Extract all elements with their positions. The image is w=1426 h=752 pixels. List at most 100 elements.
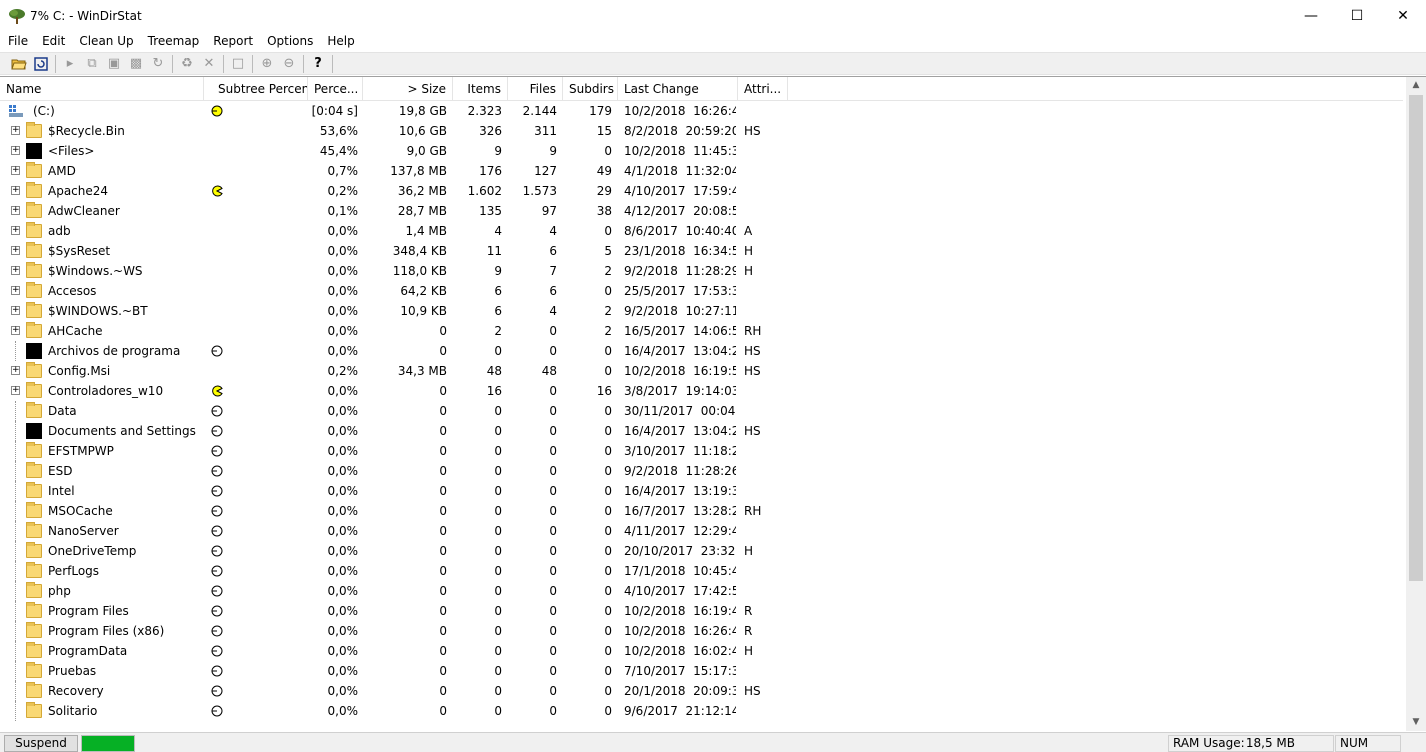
menu-help[interactable]: Help [320, 31, 361, 51]
expand-icon[interactable]: + [11, 226, 20, 235]
table-row[interactable]: + $Windows.~WS 0,0% 118,0 KB 9 7 2 9/2/2018 11:… [0, 261, 1403, 281]
help-icon[interactable]: ? [307, 54, 329, 74]
refresh-all-icon[interactable] [30, 54, 52, 74]
expand-icon[interactable]: + [11, 246, 20, 255]
table-row[interactable]: + Accesos 0,0% 64,2 KB 6 6 0 25/5/2017 17:53:34 [0, 281, 1403, 301]
table-row[interactable]: NanoServer 0,0% 0 0 0 0 4/11/2017 12:29:42 [0, 521, 1403, 541]
table-row[interactable]: Data 0,0% 0 0 0 0 30/11/2017 00:04:53 [0, 401, 1403, 421]
command-prompt-icon[interactable]: ▩ [125, 54, 147, 74]
delete-icon[interactable]: ✕ [198, 54, 220, 74]
row-name: Recovery [48, 684, 104, 698]
table-row[interactable]: Documents and Settings 0,0% 0 0 0 0 16/4/2017 … [0, 421, 1403, 441]
row-attributes: HS [744, 424, 761, 438]
expand-icon[interactable]: + [11, 306, 20, 315]
recycle-icon[interactable]: ♻ [176, 54, 198, 74]
menu-edit[interactable]: Edit [35, 31, 72, 51]
expand-icon[interactable]: + [11, 186, 20, 195]
zoom-in-icon[interactable]: ⊕ [256, 54, 278, 74]
table-row[interactable]: + Apache24 0,2% 36,2 MB 1.602 1.573 29 4/10/201… [0, 181, 1403, 201]
directory-list[interactable]: Name Subtree Percent Perce... > Size Ite… [0, 76, 1426, 731]
row-files: 0 [549, 524, 557, 538]
table-row[interactable]: php 0,0% 0 0 0 0 4/10/2017 17:42:58 [0, 581, 1403, 601]
scroll-thumb[interactable] [1409, 95, 1423, 581]
table-row[interactable]: + <Files> 45,4% 9,0 GB 9 9 0 10/2/2018 11:45:31 [0, 141, 1403, 161]
table-row[interactable]: Program Files (x86) 0,0% 0 0 0 0 10/2/2018 16:… [0, 621, 1403, 641]
row-subdirs: 0 [604, 664, 612, 678]
table-row[interactable]: + AMD 0,7% 137,8 MB 176 127 49 4/1/2018 11:32:0… [0, 161, 1403, 181]
expand-icon[interactable]: + [11, 126, 20, 135]
table-row[interactable]: OneDriveTemp 0,0% 0 0 0 0 20/10/2017 23:32:53 H [0, 541, 1403, 561]
row-name: adb [48, 224, 71, 238]
row-subdirs: 0 [604, 224, 612, 238]
table-row[interactable]: + Config.Msi 0,2% 34,3 MB 48 48 0 10/2/2018 16:… [0, 361, 1403, 381]
col-name[interactable]: Name [0, 77, 204, 101]
minimize-button[interactable]: — [1288, 0, 1334, 31]
play-icon[interactable]: ▸ [59, 54, 81, 74]
copy-path-icon[interactable]: ⧉ [81, 54, 103, 74]
expand-icon[interactable]: + [11, 286, 20, 295]
suspend-button[interactable]: Suspend [4, 735, 78, 752]
row-attributes [744, 101, 788, 121]
col-subtree-percent[interactable]: Subtree Percent [204, 77, 308, 101]
menu-clean-up[interactable]: Clean Up [72, 31, 140, 51]
row-percent: 0,0% [327, 604, 359, 618]
table-row[interactable]: PerfLogs 0,0% 0 0 0 0 17/1/2018 10:45:45 [0, 561, 1403, 581]
row-name: ESD [48, 464, 73, 478]
expand-icon[interactable]: + [11, 146, 20, 155]
menu-options[interactable]: Options [260, 31, 320, 51]
menu-treemap[interactable]: Treemap [141, 31, 207, 51]
scroll-down-icon[interactable]: ▼ [1406, 714, 1426, 731]
close-button[interactable]: ✕ [1380, 0, 1426, 31]
properties-icon[interactable]: □ [227, 54, 249, 74]
zoom-out-icon[interactable]: ⊖ [278, 54, 300, 74]
scroll-up-icon[interactable]: ▲ [1406, 77, 1426, 94]
expand-icon[interactable]: + [11, 206, 20, 215]
col-percent[interactable]: Perce... [308, 77, 363, 101]
row-items: 0 [494, 344, 502, 358]
menu-file[interactable]: File [0, 31, 35, 51]
row-size: 348,4 KB [392, 244, 447, 258]
table-row[interactable]: + AdwCleaner 0,1% 28,7 MB 135 97 38 4/12/2017 2… [0, 201, 1403, 221]
table-row[interactable]: MSOCache 0,0% 0 0 0 0 16/7/2017 13:28:29 RH [0, 501, 1403, 521]
expand-icon[interactable]: + [11, 326, 20, 335]
expand-icon[interactable]: + [11, 166, 20, 175]
col-last-change[interactable]: Last Change [618, 77, 738, 101]
col-files[interactable]: Files [508, 77, 563, 101]
row-subdirs: 2 [604, 264, 612, 278]
table-row[interactable]: Archivos de programa 0,0% 0 0 0 0 16/4/2017 13… [0, 341, 1403, 361]
table-row[interactable]: ESD 0,0% 0 0 0 0 9/2/2018 11:28:26 [0, 461, 1403, 481]
row-size: 64,2 KB [400, 284, 447, 298]
table-row[interactable]: Program Files 0,0% 0 0 0 0 10/2/2018 16:19:43 R [0, 601, 1403, 621]
vertical-scrollbar[interactable]: ▲ ▼ [1406, 77, 1426, 731]
row-items: 2 [494, 324, 502, 338]
col-attributes[interactable]: Attri... [738, 77, 788, 101]
table-row[interactable]: Pruebas 0,0% 0 0 0 0 7/10/2017 15:17:33 [0, 661, 1403, 681]
maximize-button[interactable]: ☐ [1334, 0, 1380, 31]
explorer-icon[interactable]: ▣ [103, 54, 125, 74]
table-row[interactable]: + Controladores_w10 0,0% 0 16 0 16 3/8/2017 19:… [0, 381, 1403, 401]
toolbar-separator [55, 54, 56, 73]
table-row[interactable]: + $SysReset 0,0% 348,4 KB 11 6 5 23/1/2018 16:3… [0, 241, 1403, 261]
row-percent: 0,0% [327, 524, 359, 538]
table-row[interactable]: EFSTMPWP 0,0% 0 0 0 0 3/10/2017 11:18:23 [0, 441, 1403, 461]
refresh-selected-icon[interactable]: ↻ [147, 54, 169, 74]
table-row[interactable]: ProgramData 0,0% 0 0 0 0 10/2/2018 16:02:44 H [0, 641, 1403, 661]
row-percent: [0:04 s] [311, 104, 358, 118]
expand-icon[interactable]: + [11, 266, 20, 275]
table-row[interactable]: + adb 0,0% 1,4 MB 4 4 0 8/6/2017 10:40:40 A [0, 221, 1403, 241]
table-row[interactable]: Solitario 0,0% 0 0 0 0 9/6/2017 21:12:14 [0, 701, 1403, 721]
expand-icon[interactable]: + [11, 366, 20, 375]
table-row-root[interactable]: (C:) [0:04 s] 19,8 GB 2.323 2.144 179 10… [0, 101, 1403, 121]
open-icon[interactable] [8, 54, 30, 74]
menu-report[interactable]: Report [206, 31, 260, 51]
table-row[interactable]: Intel 0,0% 0 0 0 0 16/4/2017 13:19:33 [0, 481, 1403, 501]
col-subdirs[interactable]: Subdirs [563, 77, 618, 101]
expand-icon[interactable]: + [11, 386, 20, 395]
col-size[interactable]: > Size [363, 77, 453, 101]
table-row[interactable]: + $WINDOWS.~BT 0,0% 10,9 KB 6 4 2 9/2/2018 10:2… [0, 301, 1403, 321]
ram-usage-value: 18,5 MB [1245, 736, 1295, 750]
table-row[interactable]: Recovery 0,0% 0 0 0 0 20/1/2018 20:09:38 HS [0, 681, 1403, 701]
table-row[interactable]: + $Recycle.Bin 53,6% 10,6 GB 326 311 15 8/2/201… [0, 121, 1403, 141]
col-items[interactable]: Items [453, 77, 508, 101]
table-row[interactable]: + AHCache 0,0% 0 2 0 2 16/5/2017 14:06:58 RH [0, 321, 1403, 341]
